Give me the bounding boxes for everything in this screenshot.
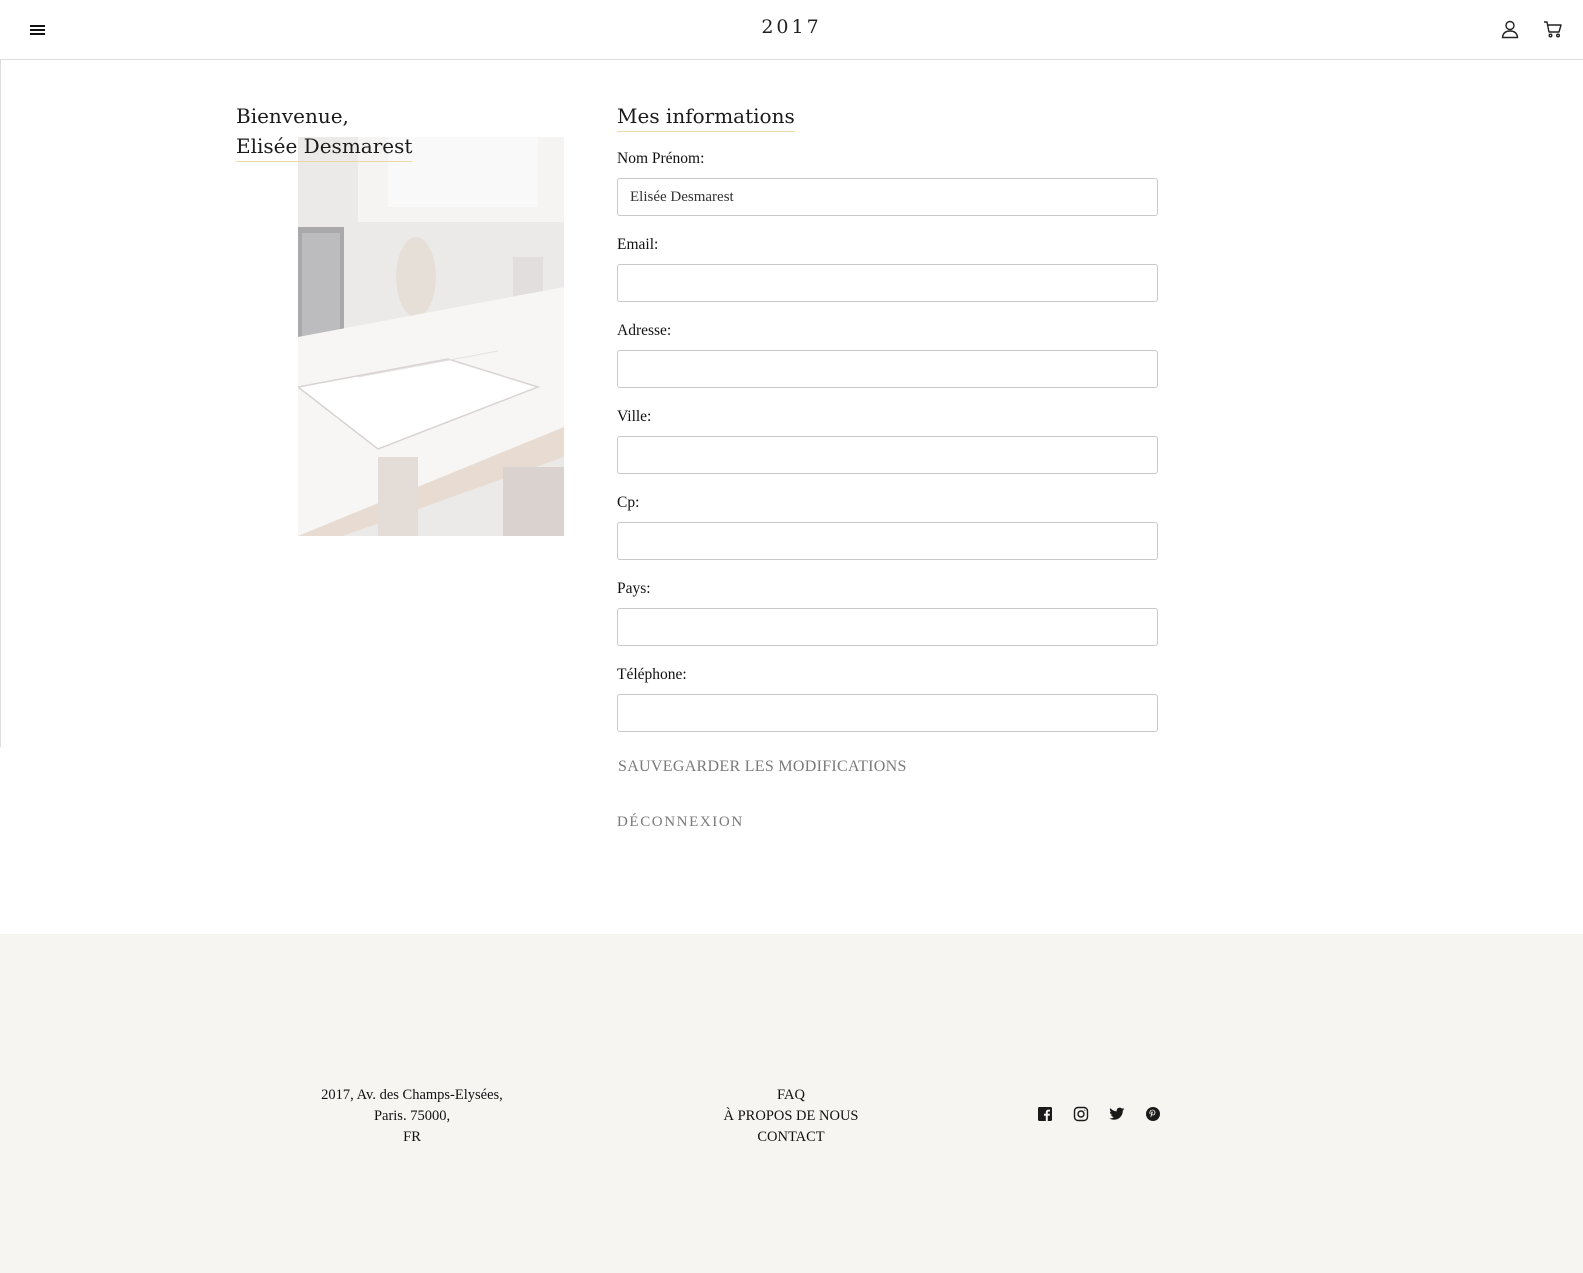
welcome-greeting: Bienvenue, — [236, 104, 349, 128]
field-label-email: Email: — [617, 236, 659, 253]
user-icon[interactable] — [1500, 19, 1522, 41]
field-label-pays: Pays: — [617, 580, 651, 597]
save-changes-button[interactable]: SAUVEGARDER LES MODIFICATIONS — [618, 758, 907, 776]
field-label-adresse: Adresse: — [617, 322, 672, 339]
site-footer: 2017, Av. des Champs-Elysées, Paris. 750… — [0, 934, 1583, 1273]
section-title: Mes informations — [617, 101, 795, 132]
brand-logo: 2017 — [0, 16, 1583, 38]
ville-input[interactable] — [617, 436, 1158, 474]
twitter-icon[interactable] — [1109, 1106, 1125, 1122]
cp-input[interactable] — [617, 522, 1158, 560]
footer-address: 2017, Av. des Champs-Elysées, Paris. 750… — [312, 1085, 512, 1148]
welcome-user-name: Elisée Desmarest — [236, 131, 413, 162]
email-input[interactable] — [617, 264, 1158, 302]
footer-link-faq[interactable]: FAQ — [691, 1085, 891, 1106]
nom-prenom-input[interactable] — [617, 178, 1158, 216]
instagram-icon[interactable] — [1073, 1106, 1089, 1122]
site-header: 2017 — [0, 0, 1583, 60]
footer-link-about[interactable]: À PROPOS DE NOUS — [691, 1106, 891, 1127]
welcome-heading: Bienvenue, Elisée Desmarest — [236, 101, 413, 162]
pinterest-icon[interactable] — [1145, 1106, 1161, 1122]
logout-link[interactable]: DÉCONNEXION — [617, 814, 744, 831]
page-edge-divider — [0, 60, 1, 747]
facebook-icon[interactable] — [1037, 1106, 1053, 1122]
desk-photo — [298, 137, 564, 536]
address-line: 2017, Av. des Champs-Elysées, — [321, 1087, 503, 1103]
field-label-ville: Ville: — [617, 408, 652, 425]
address-line: Paris. 75000, — [373, 1108, 451, 1124]
adresse-input[interactable] — [617, 350, 1158, 388]
cart-icon[interactable] — [1543, 19, 1565, 41]
brand-link[interactable]: 2017 — [761, 16, 821, 38]
footer-nav: FAQ À PROPOS DE NOUS CONTACT — [691, 1085, 891, 1148]
pays-input[interactable] — [617, 608, 1158, 646]
telephone-input[interactable] — [617, 694, 1158, 732]
address-line: FR — [403, 1129, 421, 1145]
footer-link-contact[interactable]: CONTACT — [691, 1127, 891, 1148]
field-label-telephone: Téléphone: — [617, 666, 687, 683]
field-label-cp: Cp: — [617, 494, 640, 511]
field-label-nom-prenom: Nom Prénom: — [617, 150, 705, 167]
